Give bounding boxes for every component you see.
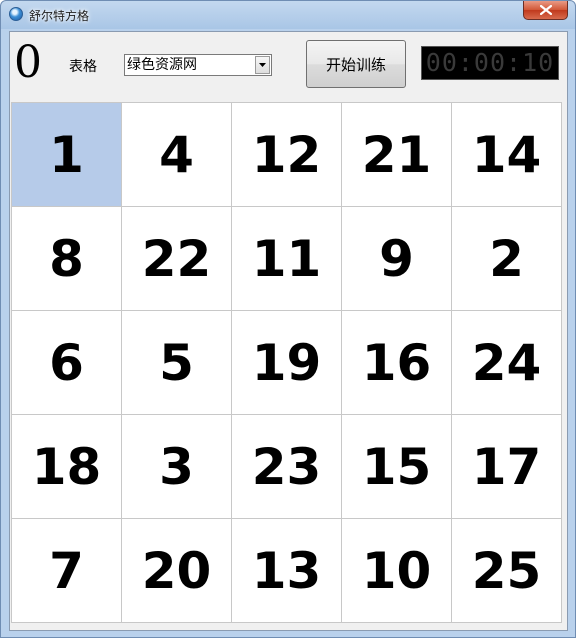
app-window: 舒尔特方格 0 表格 绿色资源网 开始训练 00:00:10 1 4 12 21 14 8… bbox=[0, 0, 576, 638]
grid-cell-3[interactable]: 3 bbox=[122, 415, 232, 519]
grid-cell-8[interactable]: 8 bbox=[12, 207, 122, 311]
grid-cell-1[interactable]: 1 bbox=[12, 103, 122, 207]
grid-cell-22[interactable]: 22 bbox=[122, 207, 232, 311]
grid-cell-11[interactable]: 11 bbox=[232, 207, 342, 311]
grid-cell-7[interactable]: 7 bbox=[12, 519, 122, 623]
table-select-value: 绿色资源网 bbox=[127, 57, 197, 73]
grid-cell-25[interactable]: 25 bbox=[452, 519, 562, 623]
start-training-button[interactable]: 开始训练 bbox=[306, 40, 406, 88]
schulte-grid: 1 4 12 21 14 8 22 11 9 2 6 5 19 16 24 18 3 23 15 17 7 20 13 10 2… bbox=[11, 102, 562, 623]
client-area: 0 表格 绿色资源网 开始训练 00:00:10 1 4 12 21 14 8 22 11 9 2… bbox=[9, 31, 568, 631]
grid-cell-17[interactable]: 17 bbox=[452, 415, 562, 519]
grid-cell-5[interactable]: 5 bbox=[122, 311, 232, 415]
click-counter: 0 bbox=[14, 37, 42, 88]
grid-cell-6[interactable]: 6 bbox=[12, 311, 122, 415]
grid-cell-4[interactable]: 4 bbox=[122, 103, 232, 207]
grid-cell-19[interactable]: 19 bbox=[232, 311, 342, 415]
grid-cell-23[interactable]: 23 bbox=[232, 415, 342, 519]
grid-cell-12[interactable]: 12 bbox=[232, 103, 342, 207]
grid-cell-13[interactable]: 13 bbox=[232, 519, 342, 623]
table-select[interactable]: 绿色资源网 bbox=[124, 54, 272, 76]
grid-cell-24[interactable]: 24 bbox=[452, 311, 562, 415]
timer-display: 00:00:10 bbox=[421, 46, 559, 80]
close-button[interactable] bbox=[523, 1, 568, 20]
dropdown-arrow-button[interactable] bbox=[255, 56, 270, 74]
app-icon bbox=[9, 7, 23, 21]
grid-cell-21[interactable]: 21 bbox=[342, 103, 452, 207]
table-label: 表格 bbox=[69, 59, 97, 75]
grid-cell-15[interactable]: 15 bbox=[342, 415, 452, 519]
grid-cell-20[interactable]: 20 bbox=[122, 519, 232, 623]
grid-cell-16[interactable]: 16 bbox=[342, 311, 452, 415]
grid-cell-14[interactable]: 14 bbox=[452, 103, 562, 207]
title-bar[interactable]: 舒尔特方格 bbox=[1, 1, 575, 29]
close-icon bbox=[539, 5, 552, 15]
grid-cell-18[interactable]: 18 bbox=[12, 415, 122, 519]
grid-cell-9[interactable]: 9 bbox=[342, 207, 452, 311]
window-title: 舒尔特方格 bbox=[29, 9, 90, 23]
chevron-down-icon bbox=[259, 63, 266, 67]
grid-cell-10[interactable]: 10 bbox=[342, 519, 452, 623]
grid-cell-2[interactable]: 2 bbox=[452, 207, 562, 311]
